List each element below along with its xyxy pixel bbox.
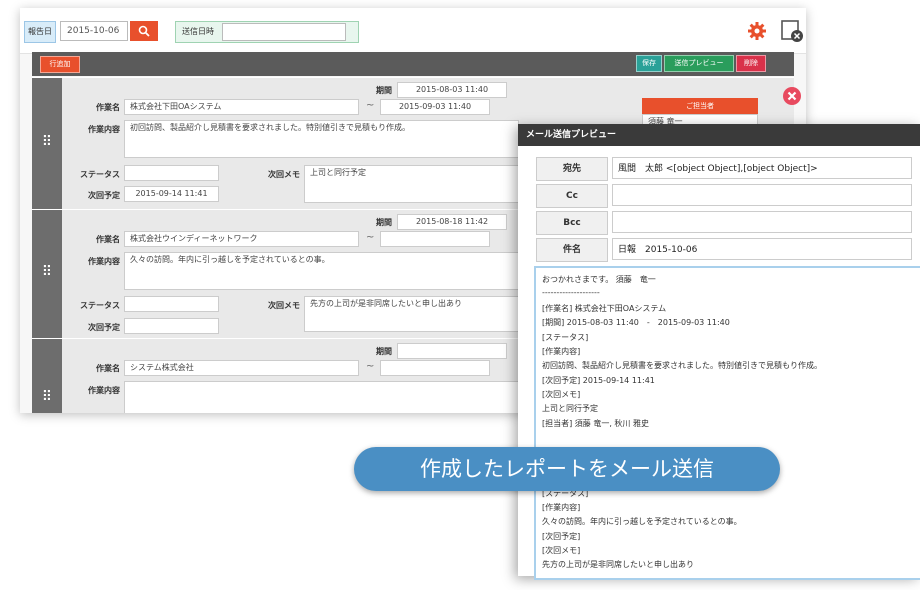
body-line: 初回訪問、製品紹介し見積書を要求されました。特別値引きで見積もり作成。 xyxy=(542,361,822,370)
period-start-field[interactable]: 2015-08-03 11:40 xyxy=(397,82,507,98)
body-line: [作業内容] xyxy=(542,347,581,356)
drag-handle[interactable]: ⠿ xyxy=(32,339,62,413)
save-button[interactable]: 保存 xyxy=(636,55,662,72)
cc-field[interactable] xyxy=(612,184,912,206)
body-line: [作業名] 株式会社下田OAシステム xyxy=(542,304,667,313)
task-name-field[interactable]: 株式会社ウインディーネットワーク xyxy=(124,231,359,247)
mail-body[interactable]: おつかれさまです。 須藤 竜一 -------------------- [作業… xyxy=(534,266,920,580)
status-label: ステータス xyxy=(80,301,120,310)
task-content-label: 作業内容 xyxy=(88,386,120,395)
next-memo-label: 次回メモ xyxy=(268,301,300,310)
subject-field[interactable]: 日報 2015-10-06 xyxy=(612,238,912,260)
drag-grip-icon: ⠿ xyxy=(41,264,53,280)
bcc-label: Bcc xyxy=(536,211,608,235)
period-label: 期間 xyxy=(376,347,392,356)
report-date-label: 報告日 xyxy=(24,21,56,43)
body-line: [担当者] 須藤 竜一, 秋川 雅史 xyxy=(542,419,649,428)
body-line: [次回予定] xyxy=(542,532,581,541)
bcc-field[interactable] xyxy=(612,211,912,233)
body-line: [ステータス] xyxy=(542,333,589,342)
to-label: 宛先 xyxy=(536,157,608,181)
send-datetime-group: 送信日時 xyxy=(175,21,359,43)
range-tilde: ~ xyxy=(366,232,375,243)
drag-grip-icon: ⠿ xyxy=(41,133,53,150)
assignee-header: ご担当者 xyxy=(642,98,758,114)
cc-label: Cc xyxy=(536,184,608,208)
close-icon[interactable] xyxy=(782,86,802,106)
range-tilde: ~ xyxy=(366,361,375,372)
send-datetime-field[interactable] xyxy=(222,23,346,41)
feature-banner: 作成したレポートをメール送信 xyxy=(354,447,780,491)
period-end-field[interactable] xyxy=(380,231,490,247)
next-schedule-label: 次回予定 xyxy=(88,323,120,332)
period-start-field[interactable]: 2015-08-18 11:42 xyxy=(397,214,507,230)
report-date-field[interactable]: 2015-10-06 xyxy=(60,21,128,41)
status-field[interactable] xyxy=(124,296,219,312)
body-line: [次回メモ] xyxy=(542,390,581,399)
status-field[interactable] xyxy=(124,165,219,181)
period-end-field[interactable] xyxy=(380,360,490,376)
drag-grip-icon: ⠿ xyxy=(41,389,53,405)
body-line: [次回予定] 2015-09-14 11:41 xyxy=(542,376,655,385)
period-start-field[interactable] xyxy=(397,343,507,359)
status-label: ステータス xyxy=(80,170,120,179)
period-end-field[interactable]: 2015-09-03 11:40 xyxy=(380,99,490,115)
preview-title: メール送信プレビュー xyxy=(518,124,920,146)
next-memo-field[interactable]: 上司と同行予定 xyxy=(304,165,519,203)
mail-preview-dialog: メール送信プレビュー 宛先 風間 太郎 <[object Object],[ob… xyxy=(518,124,920,580)
body-line: -------------------- xyxy=(542,288,600,297)
task-content-field[interactable]: 初回訪問、製品紹介し見積書を要求されました。特別値引きで見積もり作成。 xyxy=(124,120,519,158)
period-label: 期間 xyxy=(376,218,392,227)
task-content-field[interactable] xyxy=(124,381,519,413)
next-memo-label: 次回メモ xyxy=(268,170,300,179)
body-line: おつかれさまです。 須藤 竜一 xyxy=(542,275,656,284)
toolbar: 行追加 保存 送信プレビュー 削除 xyxy=(32,52,794,76)
send-preview-button[interactable]: 送信プレビュー xyxy=(664,55,734,72)
body-line: 上司と同行予定 xyxy=(542,404,598,413)
gear-icon[interactable] xyxy=(747,21,767,41)
body-line: [次回メモ] xyxy=(542,546,581,555)
next-memo-field[interactable]: 先方の上司が是非同席したいと申し出あり xyxy=(304,296,519,332)
task-name-field[interactable]: 株式会社下田OAシステム xyxy=(124,99,359,115)
next-schedule-label: 次回予定 xyxy=(88,191,120,200)
body-line: 久々の訪問。年内に引っ越しを予定されているとの事。 xyxy=(542,517,742,526)
task-name-label: 作業名 xyxy=(96,103,120,112)
body-line: [期間] 2015-08-03 11:40 - 2015-09-03 11:40 xyxy=(542,318,730,327)
next-schedule-field[interactable] xyxy=(124,318,219,334)
task-name-label: 作業名 xyxy=(96,364,120,373)
range-tilde: ~ xyxy=(366,100,375,111)
period-label: 期間 xyxy=(376,86,392,95)
task-content-label: 作業内容 xyxy=(88,125,120,134)
search-icon xyxy=(138,25,150,37)
task-content-label: 作業内容 xyxy=(88,257,120,266)
drag-handle[interactable]: ⠿ xyxy=(32,210,62,338)
top-bar: 報告日 2015-10-06 送信日時 xyxy=(20,8,806,54)
delete-button[interactable]: 削除 xyxy=(736,55,766,72)
body-line: 先方の上司が是非同席したいと申し出あり xyxy=(542,560,694,569)
close-window-icon[interactable] xyxy=(780,19,804,43)
task-name-field[interactable]: システム株式会社 xyxy=(124,360,359,376)
add-row-button[interactable]: 行追加 xyxy=(40,56,80,73)
send-datetime-label: 送信日時 xyxy=(182,27,214,36)
subject-label: 件名 xyxy=(536,238,608,262)
drag-handle[interactable]: ⠿ xyxy=(32,78,62,209)
task-name-label: 作業名 xyxy=(96,235,120,244)
next-schedule-field[interactable]: 2015-09-14 11:41 xyxy=(124,186,219,202)
to-field[interactable]: 風間 太郎 <[object Object],[object Object]> xyxy=(612,157,912,179)
search-button[interactable] xyxy=(130,21,158,41)
task-content-field[interactable]: 久々の訪問。年内に引っ越しを予定されているとの事。 xyxy=(124,252,519,290)
body-line: [作業内容] xyxy=(542,503,581,512)
